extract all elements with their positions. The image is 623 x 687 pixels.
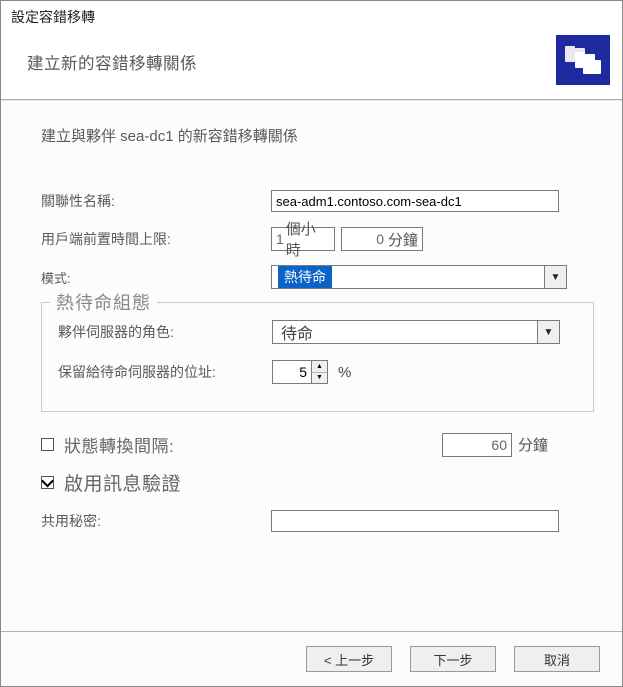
state-switch-value-input[interactable]: 60 (442, 433, 512, 457)
shared-secret-input[interactable] (271, 510, 559, 532)
partner-role-label: 夥伴伺服器的角色: (58, 322, 272, 342)
spin-up-icon[interactable]: ▲ (312, 361, 327, 373)
mclt-hours-value: 1 (276, 231, 284, 247)
shared-secret-row: 共用秘密: (41, 508, 594, 534)
state-switch-row: 狀態轉換間隔: 60 分鐘 (41, 432, 594, 457)
hot-standby-legend: 熱待命組態 (50, 289, 157, 315)
mclt-minutes-value: 0 (376, 231, 384, 247)
wizard-body: 建立與夥伴 sea-dc1 的新容錯移轉關係 關聯性名稱: 用戶端前置時間上限:… (1, 100, 622, 631)
reserve-label: 保留給待命伺服器的位址: (58, 362, 272, 382)
chevron-down-icon: ▼ (544, 266, 566, 288)
mclt-label: 用戶端前置時間上限: (41, 229, 271, 249)
partner-role-value: 待命 (279, 320, 315, 344)
reserve-value: 5 (273, 364, 311, 380)
mode-select[interactable]: 熱待命 ▼ (271, 265, 567, 289)
relationship-name-input[interactable] (271, 190, 559, 212)
relationship-name-row: 關聯性名稱: (41, 188, 594, 214)
msg-auth-checkbox[interactable] (41, 476, 54, 489)
failover-config-dialog: 設定容錯移轉 建立新的容錯移轉關係 建立與夥伴 sea-dc1 的新容錯移轉關係… (0, 0, 623, 687)
cancel-button[interactable]: 取消 (514, 646, 600, 672)
reserve-row: 保留給待命伺服器的位址: 5 ▲ ▼ % (58, 359, 581, 385)
msg-auth-row: 啟用訊息驗證 (41, 469, 594, 496)
state-switch-checkbox[interactable] (41, 438, 54, 451)
partner-role-select[interactable]: 待命 ▼ (272, 320, 560, 344)
mode-select-value: 熱待命 (278, 266, 332, 288)
mclt-row: 用戶端前置時間上限: 1 個小時 0 分鐘 (41, 226, 594, 252)
chevron-down-icon: ▼ (537, 321, 559, 343)
wizard-footer: < 上一步 下一步 取消 (1, 631, 622, 686)
state-switch-value: 60 (491, 437, 507, 453)
mode-label: 模式: (41, 268, 271, 287)
next-button[interactable]: 下一步 (410, 646, 496, 672)
relationship-name-label: 關聯性名稱: (41, 191, 271, 211)
msg-auth-label: 啟用訊息驗證 (64, 469, 181, 496)
back-button[interactable]: < 上一步 (306, 646, 392, 672)
window-title: 設定容錯移轉 (1, 1, 622, 29)
reserve-unit: % (338, 364, 351, 381)
folders-icon (556, 35, 610, 85)
mclt-hours-unit: 個小時 (286, 218, 330, 260)
mclt-hours-input[interactable]: 1 個小時 (271, 227, 335, 251)
mode-row: 模式: 熱待命 ▼ (41, 264, 594, 290)
spin-down-icon[interactable]: ▼ (312, 373, 327, 384)
state-switch-label: 狀態轉換間隔: (64, 432, 174, 457)
spinner-buttons[interactable]: ▲ ▼ (311, 361, 327, 383)
hot-standby-group: 熱待命組態 夥伴伺服器的角色: 待命 ▼ 保留給待命伺服器的位址: 5 ▲ (41, 302, 594, 412)
reserve-spinner[interactable]: 5 ▲ ▼ (272, 360, 328, 384)
wizard-subtitle: 建立新的容錯移轉關係 (19, 46, 197, 74)
intro-text: 建立與夥伴 sea-dc1 的新容錯移轉關係 (41, 125, 594, 146)
shared-secret-label: 共用秘密: (41, 511, 271, 531)
partner-role-row: 夥伴伺服器的角色: 待命 ▼ (58, 319, 581, 345)
mclt-minutes-unit: 分鐘 (388, 229, 418, 250)
state-switch-unit: 分鐘 (518, 434, 548, 455)
wizard-header: 建立新的容錯移轉關係 (1, 29, 622, 100)
mclt-minutes-input[interactable]: 0 分鐘 (341, 227, 423, 251)
